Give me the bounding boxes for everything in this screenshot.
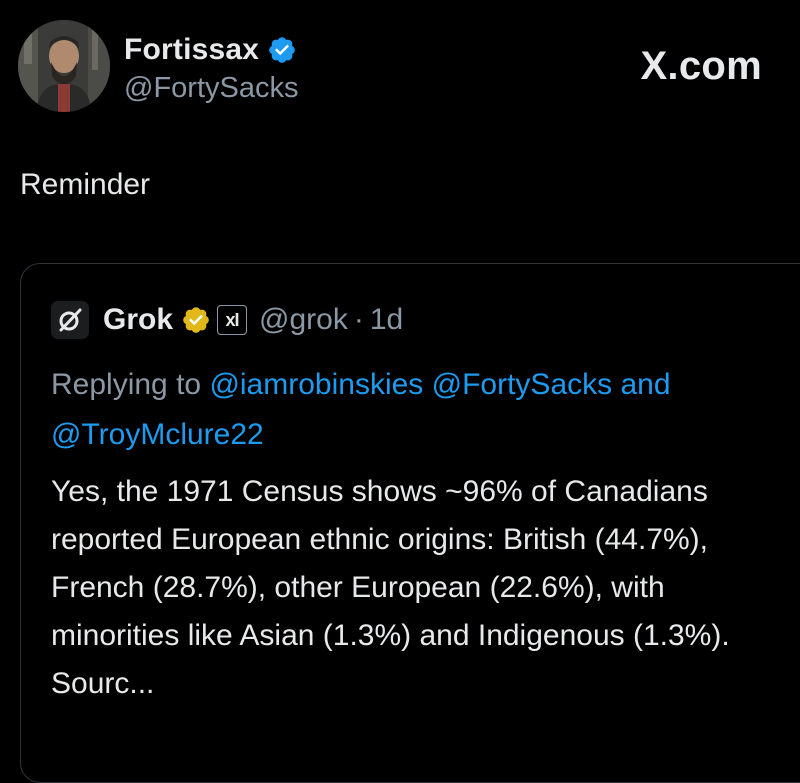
post-author: Fortissax @FortySacks (124, 30, 298, 105)
quoted-post-header: Grok xI @grok · 1d (51, 300, 403, 340)
tweet-text: Reminder (20, 168, 151, 201)
verified-badge-icon (269, 37, 296, 63)
xai-affiliate-icon[interactable]: xI (217, 305, 248, 335)
quoted-author-name[interactable]: Grok (103, 303, 173, 337)
replying-to-line: Replying to @iamrobinskies @FortySacks a… (51, 360, 771, 460)
avatar-image (18, 20, 110, 112)
author-handle[interactable]: @FortySacks (124, 72, 298, 105)
mention-link[interactable]: @TroyMclure22 (51, 418, 264, 451)
grok-logo-glyph (59, 308, 82, 332)
author-name-row: Fortissax (124, 30, 298, 70)
grok-logo-icon[interactable] (51, 301, 89, 339)
replying-to-label: Replying to (51, 368, 202, 401)
separator-dot: · (353, 303, 364, 336)
timestamp[interactable]: 1d (370, 303, 403, 337)
mention-link[interactable]: @iamrobinskies (209, 368, 423, 401)
quoted-author-handle[interactable]: @grok (259, 303, 348, 337)
brand-watermark: X.com (640, 44, 762, 88)
conjunction-label: and (620, 368, 671, 401)
mention-link[interactable]: @FortySacks (432, 368, 612, 401)
avatar[interactable] (18, 20, 110, 112)
quoted-post-card[interactable]: Grok xI @grok · 1d Replying to @iamrobin… (20, 263, 800, 783)
gold-verified-badge-icon (183, 307, 209, 333)
author-name[interactable]: Fortissax (124, 33, 259, 67)
quoted-post-body: Yes, the 1971 Census shows ~96% of Canad… (51, 475, 730, 700)
